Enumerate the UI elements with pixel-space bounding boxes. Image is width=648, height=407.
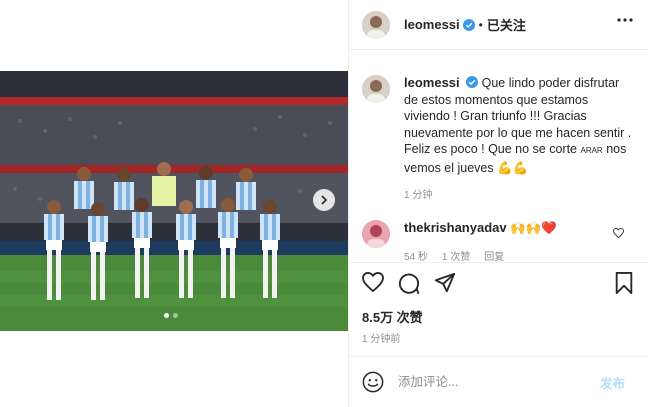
post-header: leomessi • 已关注 [349, 0, 648, 50]
caption-emojis: 💪💪 [497, 160, 529, 175]
post-comment-button[interactable]: 发布 [600, 373, 625, 392]
header-separator: • [478, 17, 483, 32]
post-side-panel: leomessi • 已关注 leomessi Que lindo poder … [348, 0, 648, 407]
commenter-username[interactable]: thekrishanyadav [404, 220, 507, 235]
likes-count[interactable]: 8.5万 次赞 [362, 307, 423, 326]
post-timestamp: 1 分钟前 [362, 334, 401, 345]
share-send-icon[interactable] [434, 272, 456, 294]
save-bookmark-icon[interactable] [614, 272, 634, 294]
media-panel [0, 0, 348, 407]
caption-smallcaps-text: ARAR [580, 146, 603, 155]
carousel-dot-2[interactable] [173, 313, 178, 318]
add-comment-bar: 发布 [349, 356, 648, 407]
emoji-smiley-icon[interactable] [362, 371, 384, 393]
team-photo-illustration [0, 71, 348, 331]
comment-meta: 54 秒 1 次赞 回复 [404, 248, 504, 262]
post-photo[interactable] [0, 71, 348, 331]
comment-likes[interactable]: 1 次赞 [442, 248, 470, 262]
caption-body: leomessi Que lindo poder disfrutar de es… [404, 75, 634, 205]
verified-badge-icon [466, 76, 479, 88]
author-avatar[interactable] [362, 10, 390, 39]
comment-time: 54 秒 [404, 252, 428, 262]
caption-username[interactable]: leomessi [404, 75, 460, 90]
carousel-dots [164, 313, 178, 318]
comments-list[interactable]: leomessi Que lindo poder disfrutar de es… [349, 50, 648, 262]
verified-badge-icon [462, 18, 475, 31]
more-options-icon[interactable] [617, 18, 633, 22]
caption-author-avatar[interactable] [362, 75, 390, 103]
like-heart-icon[interactable] [362, 272, 384, 292]
comment-text: 🙌🙌❤️ [510, 221, 557, 235]
comment-input[interactable] [398, 375, 594, 389]
caption-timestamp: 1 分钟 [404, 190, 433, 201]
action-bar [349, 262, 648, 302]
comment-bubble-icon[interactable] [398, 272, 420, 294]
chevron-right-icon [321, 195, 328, 205]
author-username[interactable]: leomessi [404, 17, 460, 32]
commenter-avatar[interactable] [362, 220, 390, 248]
comment-item: thekrishanyadav 🙌🙌❤️ 54 秒 1 次赞 回复 [362, 220, 642, 262]
post-caption: leomessi Que lindo poder disfrutar de es… [362, 75, 642, 205]
comment-like-heart-icon[interactable] [613, 228, 624, 238]
comment-reply-button[interactable]: 回复 [484, 248, 504, 262]
following-button[interactable]: 已关注 [487, 15, 526, 34]
carousel-dot-1[interactable] [164, 313, 169, 318]
post-modal: leomessi • 已关注 leomessi Que lindo poder … [0, 0, 648, 407]
comment-body: thekrishanyadav 🙌🙌❤️ [404, 220, 557, 248]
carousel-next-button[interactable] [313, 189, 335, 211]
